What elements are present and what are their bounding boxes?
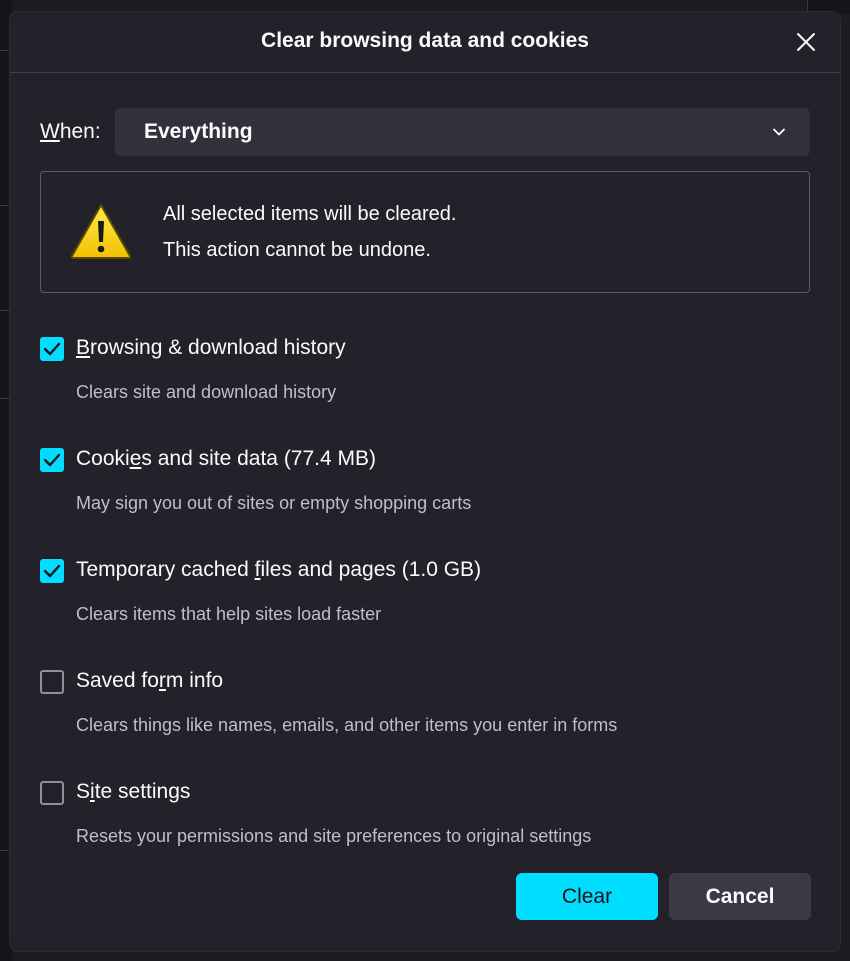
warning-text-line1: All selected items will be cleared. [163,203,457,225]
browsing-history-checkbox[interactable] [40,337,64,361]
form-info-checkbox[interactable] [40,670,64,694]
checkmark-icon [43,342,61,356]
warning-text-line2: This action cannot be undone. [163,239,431,261]
when-row: When: Everything [40,108,810,156]
when-label: When: [40,120,101,143]
cache-checkbox[interactable] [40,559,64,583]
option-site-settings: Site settings Resets your permissions an… [40,774,820,854]
cache-description: Clears items that help sites load faster [76,604,382,624]
chevron-down-icon [773,128,785,136]
option-form-info: Saved form info Clears things like names… [40,663,820,743]
browsing-history-description: Clears site and download history [76,382,337,402]
checkmark-icon [43,453,61,467]
dialog-title: Clear browsing data and cookies [261,29,589,52]
option-browsing-history: Browsing & download history Clears site … [40,330,820,410]
cookies-checkbox[interactable] [40,448,64,472]
cancel-button[interactable]: Cancel [669,873,811,920]
clear-button[interactable]: Clear [516,873,658,920]
clear-data-dialog: Clear browsing data and cookies When: Ev… [10,12,840,951]
close-button[interactable] [790,26,822,58]
site-settings-description: Resets your permissions and site prefere… [76,826,592,846]
browsing-history-label[interactable]: Browsing & download history [76,336,346,360]
site-settings-label[interactable]: Site settings [76,780,190,804]
site-settings-checkbox[interactable] [40,781,64,805]
cookies-description: May sign you out of sites or empty shopp… [76,493,472,513]
when-dropdown[interactable]: Everything [115,108,810,156]
cookies-label[interactable]: Cookies and site data (77.4 MB) [76,447,376,471]
close-icon [797,33,815,51]
option-cache: Temporary cached files and pages (1.0 GB… [40,552,820,632]
dialog-titlebar: Clear browsing data and cookies [10,12,840,73]
warning-box: All selected items will be cleared. This… [40,171,810,293]
form-info-label[interactable]: Saved form info [76,669,223,693]
cache-label[interactable]: Temporary cached files and pages (1.0 GB… [76,558,481,582]
option-cookies: Cookies and site data (77.4 MB) May sign… [40,441,820,521]
warning-icon [70,204,132,259]
checkmark-icon [43,564,61,578]
when-selected-value: Everything [144,120,253,143]
form-info-description: Clears things like names, emails, and ot… [76,715,618,735]
